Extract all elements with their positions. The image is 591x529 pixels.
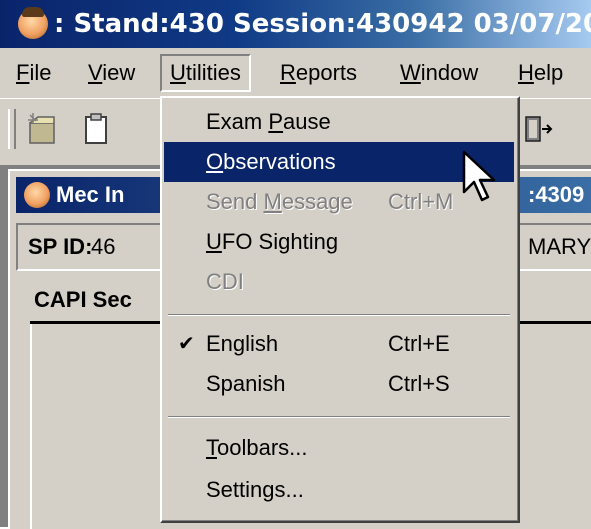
capi-left-edge <box>30 324 32 529</box>
send-message-shortcut: Ctrl+M <box>388 189 454 214</box>
menu-utilities[interactable]: Utilities <box>160 54 251 92</box>
app-face-icon <box>18 7 48 39</box>
exit-door-icon[interactable] <box>522 111 554 147</box>
menu-separator <box>168 314 510 316</box>
child-face-icon <box>24 182 50 208</box>
english-shortcut: Ctrl+E <box>388 331 450 356</box>
menu-view[interactable]: View <box>80 56 143 90</box>
sp-info-right: MARY <box>528 234 591 259</box>
menu-reports[interactable]: Reports <box>272 56 365 90</box>
toolbar-grip[interactable] <box>8 109 16 149</box>
menu-item-cdi[interactable]: CDI <box>164 262 514 302</box>
menu-item-ufo-sighting[interactable]: UFO Sighting <box>164 222 514 262</box>
sp-id-value: 46 <box>91 234 116 259</box>
menu-item-exam-pause[interactable]: Exam Pause <box>164 102 514 142</box>
menu-separator <box>168 416 510 418</box>
child-title-right: :4309 <box>528 182 585 207</box>
menu-item-spanish[interactable]: Spanish Ctrl+S <box>164 364 514 404</box>
window-title: : Stand:430 Session:430942 03/07/2005 <box>54 9 591 39</box>
checkmark-icon: ✔ <box>178 333 195 355</box>
sp-id-label: SP ID: <box>28 234 93 259</box>
title-bar[interactable]: : Stand:430 Session:430942 03/07/2005 <box>0 0 591 48</box>
new-folder-icon[interactable] <box>26 111 58 147</box>
menu-window[interactable]: Window <box>392 56 486 90</box>
menu-item-english[interactable]: ✔ English Ctrl+E <box>164 324 514 364</box>
clipboard-icon[interactable] <box>80 111 112 147</box>
child-title-left: Mec In <box>56 182 125 207</box>
menu-bar: File View Utilities Reports Window Help <box>0 48 591 98</box>
application-window: : Stand:430 Session:430942 03/07/2005 Fi… <box>0 0 591 529</box>
menu-item-toolbars[interactable]: Toolbars... <box>164 428 514 468</box>
menu-help[interactable]: Help <box>510 56 571 90</box>
menu-file[interactable]: File <box>8 56 59 90</box>
menu-item-settings[interactable]: Settings... <box>164 470 514 510</box>
mouse-pointer-icon <box>460 148 500 208</box>
spanish-shortcut: Ctrl+S <box>388 371 450 396</box>
capi-section-title: CAPI Sec <box>34 287 132 312</box>
